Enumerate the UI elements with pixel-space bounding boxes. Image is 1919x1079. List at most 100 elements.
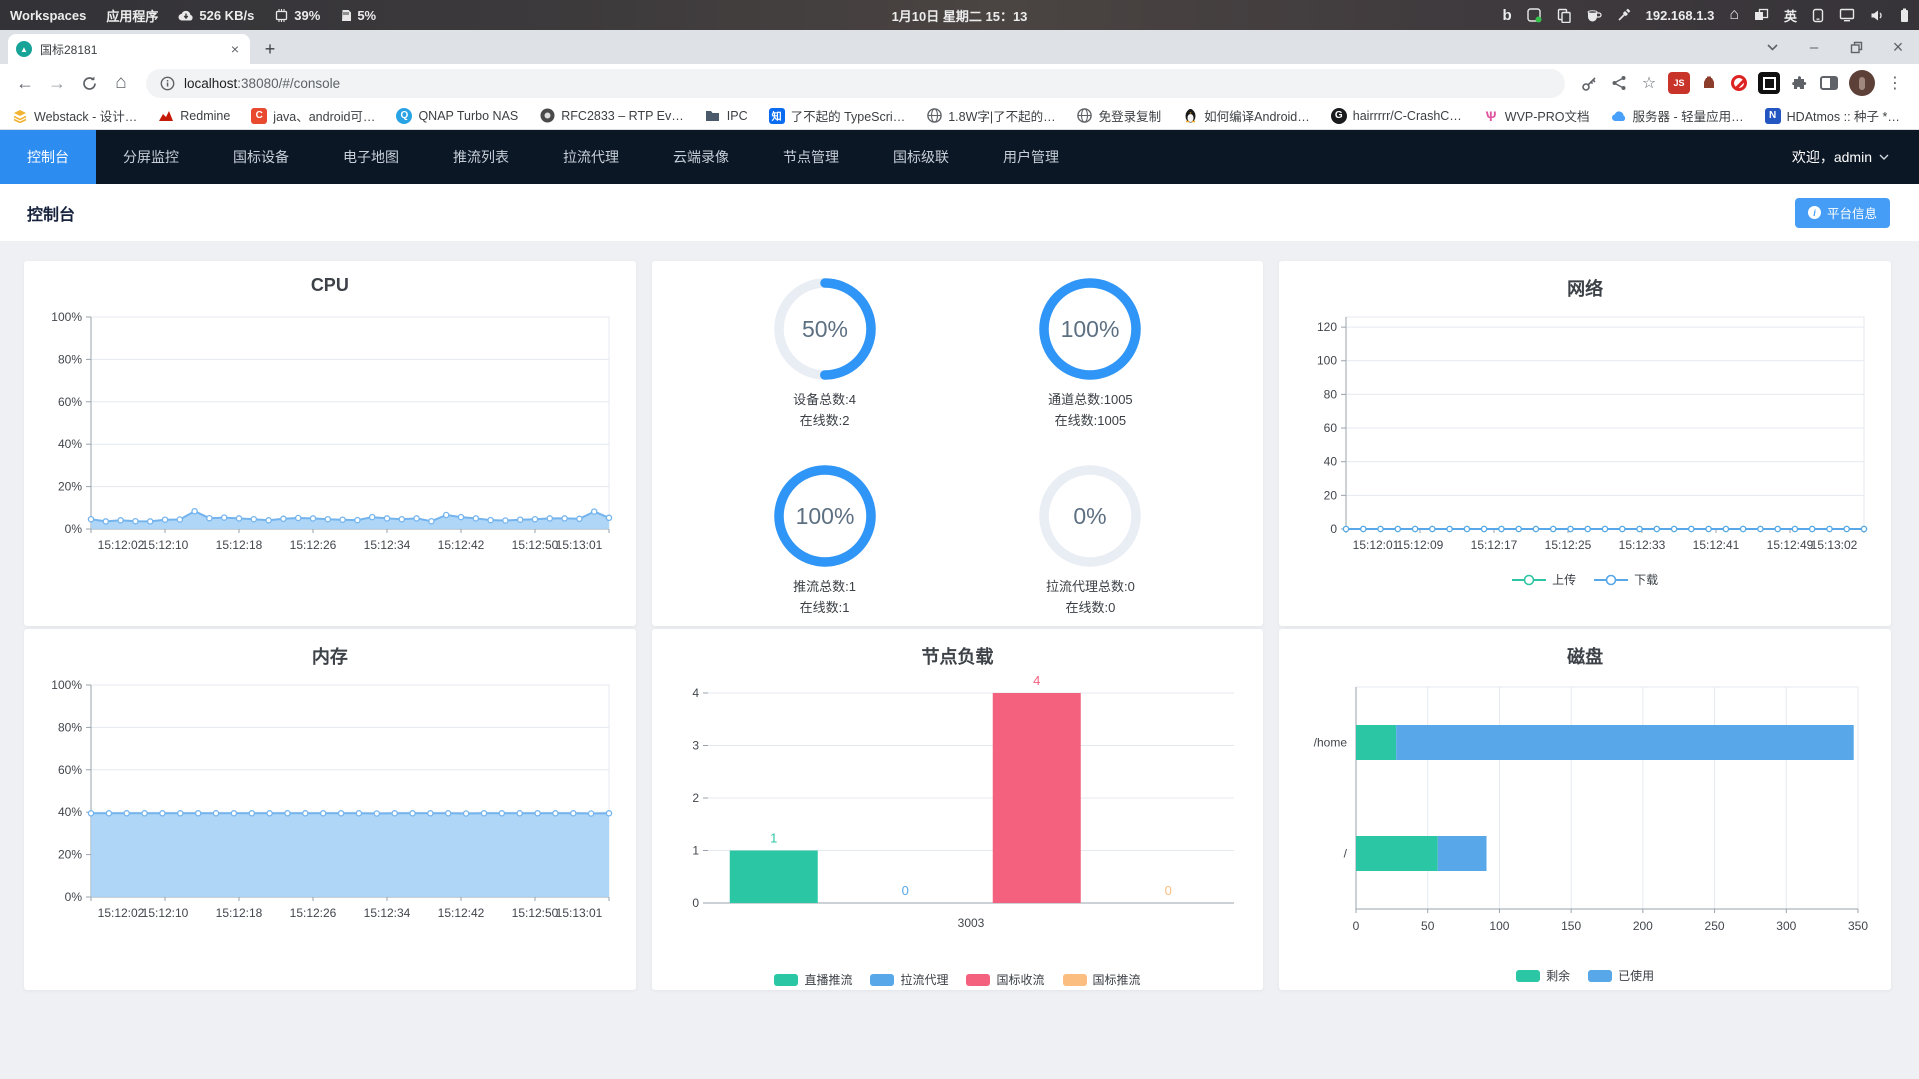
bookmark-item[interactable]: 如何编译Android… — [1182, 106, 1310, 125]
nav-tab-节点管理[interactable]: 节点管理 — [756, 130, 866, 184]
site-info-icon[interactable] — [159, 69, 175, 97]
bookmark-item[interactable]: Ghairrrrr/C-CrashC… — [1330, 107, 1462, 124]
nav-tab-用户管理[interactable]: 用户管理 — [976, 130, 1086, 184]
bookmark-item[interactable]: Ѱ WVP-PRO文档 — [1483, 106, 1589, 125]
tab-close-icon[interactable]: × — [228, 41, 242, 57]
window-minimize-button[interactable]: – — [1793, 30, 1835, 64]
gauge-ring: 100% — [773, 465, 876, 567]
svg-text:15:12:42: 15:12:42 — [437, 906, 484, 920]
legend-item[interactable]: 国标推流 — [1062, 971, 1141, 988]
profile-avatar[interactable] — [1849, 70, 1875, 96]
svg-text:80%: 80% — [58, 720, 82, 734]
bookmark-star-icon[interactable]: ☆ — [1635, 69, 1663, 97]
memory-usage-indicator[interactable]: 5% — [340, 8, 376, 23]
gauge-labels: 通道总数:1005 在线数:1005 — [1048, 389, 1133, 432]
svg-text:100: 100 — [1317, 354, 1337, 368]
svg-text:15:13:01: 15:13:01 — [555, 906, 602, 920]
svg-text:15:12:26: 15:12:26 — [289, 538, 336, 552]
nav-tab-推流列表[interactable]: 推流列表 — [426, 130, 536, 184]
workspaces-button[interactable]: Workspaces — [10, 8, 86, 23]
svg-text:40%: 40% — [58, 437, 82, 451]
new-tab-button[interactable]: + — [256, 35, 284, 63]
url-bar[interactable]: localhost:38080/#/console — [146, 68, 1565, 98]
gauge-3: 0% 拉流代理总数:0 在线数:0 — [1038, 464, 1142, 619]
nav-tab-控制台[interactable]: 控制台 — [0, 130, 96, 184]
bookmark-item[interactable]: N HDAtmos :: 种子 *… — [1764, 106, 1900, 125]
applications-button[interactable]: 应用程序 — [106, 6, 158, 25]
bookmark-item[interactable]: 1.8W字|了不起的… — [926, 106, 1056, 125]
forward-button[interactable]: → — [42, 68, 72, 98]
back-button[interactable]: ← — [10, 68, 40, 98]
legend-item[interactable]: 下载 — [1594, 571, 1658, 588]
passwords-key-icon[interactable] — [1575, 69, 1603, 97]
side-panel-icon[interactable] — [1815, 69, 1843, 97]
window-restore-button[interactable] — [1835, 30, 1877, 64]
legend-item[interactable]: 已使用 — [1588, 967, 1654, 984]
phone-tray-icon[interactable] — [1812, 8, 1824, 23]
nav-tab-国标级联[interactable]: 国标级联 — [866, 130, 976, 184]
legend-item[interactable]: 剩余 — [1516, 967, 1570, 984]
display-tray-icon[interactable] — [1839, 8, 1855, 22]
share-icon[interactable] — [1605, 69, 1633, 97]
legend-item[interactable]: 上传 — [1512, 571, 1576, 588]
clock[interactable]: 1月10日 星期二 15：13 — [892, 6, 1028, 25]
svg-text:15:12:42: 15:12:42 — [437, 538, 484, 552]
svg-text:40%: 40% — [58, 805, 82, 819]
nav-tab-云端录像[interactable]: 云端录像 — [646, 130, 756, 184]
reload-button[interactable] — [74, 68, 104, 98]
svg-text:0: 0 — [1330, 522, 1337, 536]
workspaces-tray-icon[interactable] — [1754, 8, 1769, 22]
bookmark-label: QNAP Turbo NAS — [418, 108, 519, 123]
extension-js-icon[interactable]: JS — [1668, 72, 1690, 94]
ip-address-indicator[interactable]: 192.168.1.3 — [1646, 8, 1715, 23]
bookmark-label: RFC2833 – RTP Ev… — [561, 108, 684, 123]
bookmark-favicon-folder-icon — [705, 108, 721, 124]
svg-text:15:12:33: 15:12:33 — [1619, 538, 1666, 552]
bookmark-item[interactable]: IPC — [705, 108, 748, 124]
app-tray-icon[interactable] — [1526, 7, 1542, 23]
home-tray-icon[interactable]: ⌂ — [1729, 6, 1739, 24]
svg-text:15:12:49: 15:12:49 — [1767, 538, 1814, 552]
legend-item[interactable]: 国标收流 — [966, 971, 1045, 988]
home-button[interactable]: ⌂ — [106, 68, 136, 98]
chevron-down-icon — [1879, 154, 1889, 160]
bookmark-item[interactable]: Q QNAP Turbo NAS — [396, 107, 519, 124]
nav-tab-分屏监控[interactable]: 分屏监控 — [96, 130, 206, 184]
gauge-total-label: 通道总数:1005 — [1048, 392, 1133, 407]
volume-tray-icon[interactable] — [1870, 9, 1885, 22]
bing-tray-icon[interactable]: b — [1502, 7, 1511, 24]
welcome-user-menu[interactable]: 欢迎，admin — [1792, 130, 1889, 184]
svg-text:60: 60 — [1324, 421, 1338, 435]
browser-tab[interactable]: ▲ 国标28181 × — [8, 34, 250, 64]
tab-search-chevron-icon[interactable] — [1751, 30, 1793, 64]
nav-tab-国标设备[interactable]: 国标设备 — [206, 130, 316, 184]
input-method-indicator[interactable]: 英 — [1784, 6, 1797, 25]
legend-item[interactable]: 拉流代理 — [870, 971, 948, 988]
bookmark-item[interactable]: Cjava、android可… — [251, 106, 375, 125]
extension-jug-icon[interactable] — [1698, 72, 1720, 94]
nav-tab-拉流代理[interactable]: 拉流代理 — [536, 130, 646, 184]
network-speed-indicator[interactable]: 526 KB/s — [178, 8, 254, 23]
platform-info-button[interactable]: i 平台信息 — [1794, 197, 1890, 228]
bookmark-item[interactable]: 知了不起的 TypeScri… — [768, 106, 905, 125]
bookmark-item[interactable]: 免登录复制 — [1077, 106, 1161, 125]
clipboard-tray-icon[interactable] — [1557, 8, 1571, 23]
svg-text:0: 0 — [693, 896, 700, 910]
coffee-tray-icon[interactable] — [1586, 8, 1602, 22]
legend-label: 直播推流 — [804, 973, 853, 987]
extension-blocker-icon[interactable] — [1728, 72, 1750, 94]
battery-tray-icon[interactable] — [1900, 8, 1909, 23]
browser-menu-icon[interactable]: ⋮ — [1881, 73, 1909, 93]
legend-label: 剩余 — [1546, 969, 1571, 983]
bookmark-item[interactable]: 服务器 - 轻量应用… — [1611, 106, 1744, 125]
color-picker-tray-icon[interactable] — [1617, 8, 1631, 22]
bookmark-item[interactable]: RFC2833 – RTP Ev… — [539, 108, 684, 124]
extension-tampermonkey-icon[interactable] — [1758, 72, 1780, 94]
window-close-button[interactable]: × — [1877, 30, 1919, 64]
nav-tab-电子地图[interactable]: 电子地图 — [316, 130, 426, 184]
extensions-puzzle-icon[interactable] — [1785, 69, 1813, 97]
bookmark-item[interactable]: Redmine — [158, 108, 230, 124]
bookmark-item[interactable]: Webstack - 设计… — [12, 106, 137, 125]
cpu-usage-indicator[interactable]: 39% — [274, 8, 320, 23]
legend-item[interactable]: 直播推流 — [774, 971, 852, 988]
